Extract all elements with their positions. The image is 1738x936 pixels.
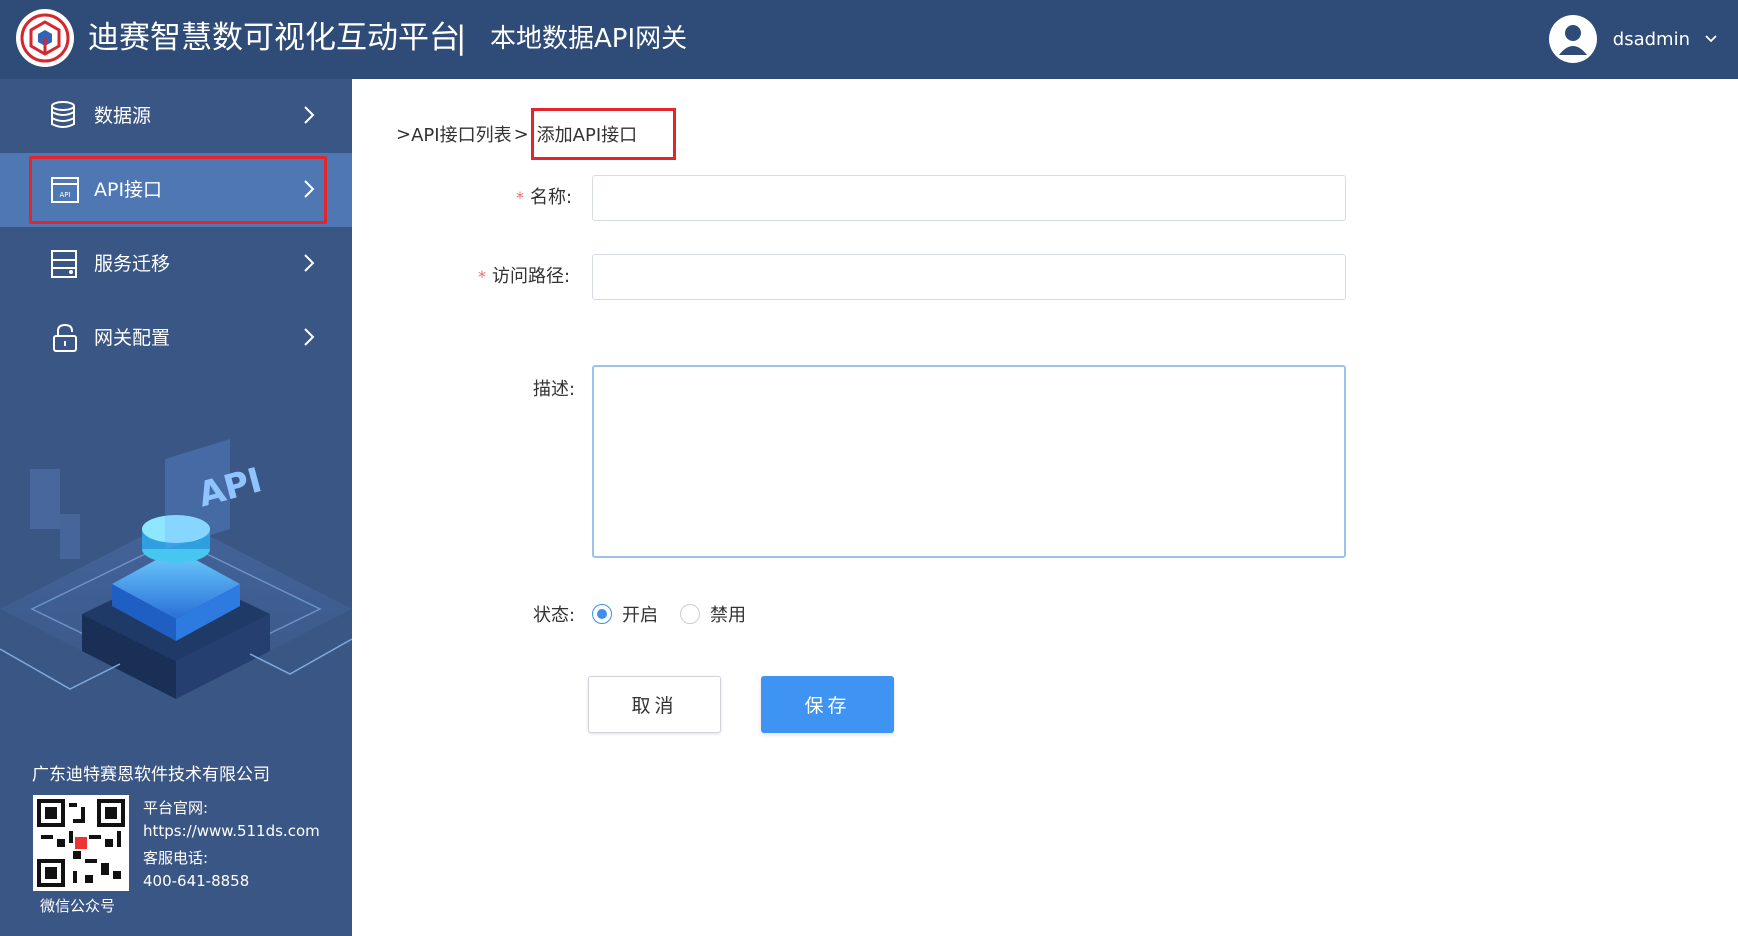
website-label: 平台官网: [143,799,209,817]
save-button[interactable]: 保存 [761,676,894,733]
annotation-highlight-box [531,108,676,160]
breadcrumb-separator: > [513,123,529,145]
description-label: 描述: [533,379,576,400]
sidebar-item-gateway-config[interactable]: 网关配置 [0,301,352,375]
api-window-icon: API [51,177,79,203]
api-illustration: API [0,439,352,699]
company-name: 广东迪特赛恩软件技术有限公司 [32,765,270,785]
path-label: * 访问路径: [478,266,571,287]
user-menu[interactable]: dsadmin [1548,14,1718,64]
cancel-button[interactable]: 取消 [588,676,721,733]
path-input[interactable] [592,254,1346,300]
chevron-right-icon [304,106,315,124]
svg-text:API: API [59,191,70,199]
chevron-right-icon [304,328,315,346]
app-title: 迪赛智慧数可视化互动平台 [88,20,460,56]
description-textarea[interactable] [592,365,1346,558]
avatar [1548,15,1597,63]
app-logo [16,9,74,67]
status-label: 状态: [533,605,576,626]
user-icon [1558,25,1587,55]
phone-number: 400-641-8858 [143,872,250,890]
qr-code-icon [37,799,125,887]
required-mark: * [516,188,524,207]
qr-caption: 微信公众号 [40,897,116,915]
wechat-qr-code [33,795,129,891]
required-mark: * [478,267,486,286]
lock-icon [53,323,77,352]
chevron-right-icon [304,180,315,198]
username: dsadmin [1612,28,1690,50]
sidebar-item-api[interactable]: API API接口 [0,153,352,227]
status-disabled-radio[interactable]: 禁用 [680,601,746,627]
sidebar-item-label: 网关配置 [94,327,171,349]
sidebar-item-label: 服务迁移 [94,253,171,275]
status-radio-group: 开启 禁用 [592,601,768,627]
cube-logo-icon [20,13,70,63]
sidebar: 数据源 API API接口 服务迁移 网关配置 API 广东迪特赛恩软件技术有限… [0,79,352,936]
server-migrate-icon [51,250,77,278]
radio-unchecked-icon [680,604,700,624]
chevron-right-icon [304,254,315,272]
name-label: * 名称: [516,187,573,208]
chevron-down-icon [1705,35,1717,43]
radio-checked-icon [592,604,612,624]
breadcrumb-prefix: > [396,123,412,145]
phone-label: 客服电话: [143,849,209,867]
website-link[interactable]: https://www.511ds.com [143,822,320,840]
app-subtitle: 本地数据API网关 [490,24,688,54]
status-enabled-radio[interactable]: 开启 [592,601,658,627]
sidebar-item-datasource[interactable]: 数据源 [0,79,352,153]
title-separator: | [456,20,467,56]
sidebar-item-migration[interactable]: 服务迁移 [0,227,352,301]
database-icon [51,101,75,128]
sidebar-item-label: 数据源 [94,105,152,127]
breadcrumb-api-list-link[interactable]: API接口列表 [411,121,511,147]
sidebar-item-label: API接口 [94,179,163,201]
top-header: 迪赛智慧数可视化互动平台 | 本地数据API网关 dsadmin [0,0,1738,79]
main-content: > API接口列表 > 添加API接口 * 名称: * 访问路径: 描述: 状态: … [352,79,1738,936]
name-input[interactable] [592,175,1346,221]
